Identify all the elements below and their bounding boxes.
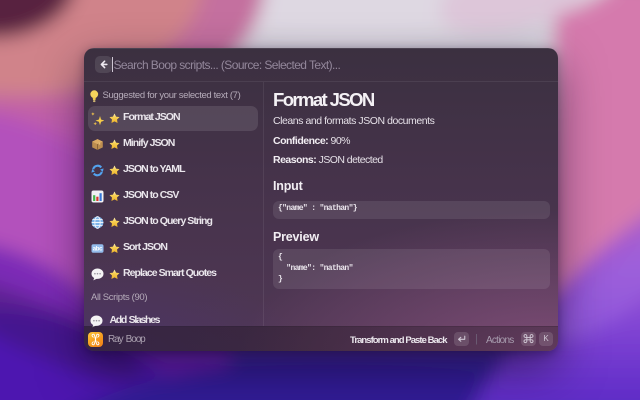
svg-text:abc: abc [92,247,102,253]
